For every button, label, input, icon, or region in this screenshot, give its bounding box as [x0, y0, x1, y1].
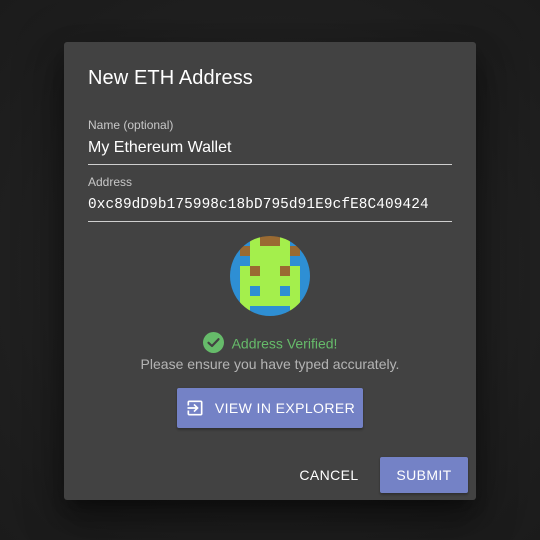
submit-button[interactable]: SUBMIT — [380, 457, 468, 493]
identicon-cell — [240, 306, 250, 316]
identicon-cell — [290, 306, 300, 316]
identicon-icon — [230, 236, 310, 316]
identicon-cell — [290, 266, 300, 276]
identicon-cell — [250, 256, 260, 266]
verification-hint: Please ensure you have typed accurately. — [140, 356, 400, 372]
identicon-cell — [290, 276, 300, 286]
view-in-explorer-label: VIEW IN EXPLORER — [214, 400, 356, 416]
address-identicon — [230, 236, 310, 316]
identicon-cell — [240, 296, 250, 306]
identicon-cell — [250, 296, 260, 306]
identicon-cell — [280, 236, 290, 246]
identicon-cell — [300, 246, 310, 256]
identicon-cell — [300, 306, 310, 316]
identicon-cell — [230, 246, 240, 256]
identicon-cell — [280, 276, 290, 286]
identicon-cell — [250, 246, 260, 256]
identicon-cell — [270, 256, 280, 266]
identicon-cell — [290, 286, 300, 296]
identicon-cell — [230, 266, 240, 276]
name-input[interactable]: My Ethereum Wallet — [88, 138, 452, 158]
identicon-cell — [280, 266, 290, 276]
identicon-cell — [260, 286, 270, 296]
identicon-cell — [260, 236, 270, 246]
dialog-title: New ETH Address — [88, 67, 253, 89]
identicon-cell — [230, 276, 240, 286]
identicon-cell — [250, 266, 260, 276]
identicon-cell — [260, 306, 270, 316]
identicon-cell — [250, 276, 260, 286]
identicon-cell — [300, 286, 310, 296]
verification-text: Address Verified! — [231, 335, 338, 352]
identicon-cell — [230, 256, 240, 266]
identicon-cell — [290, 296, 300, 306]
identicon-cell — [290, 236, 300, 246]
identicon-cell — [280, 306, 290, 316]
identicon-cell — [230, 286, 240, 296]
identicon-cell — [300, 266, 310, 276]
identicon-cell — [250, 236, 260, 246]
name-field-label: Name (optional) — [88, 118, 174, 132]
identicon-cell — [260, 276, 270, 286]
name-field[interactable]: Name (optional) My Ethereum Wallet — [88, 118, 452, 165]
identicon-cell — [280, 256, 290, 266]
address-field-underline — [88, 221, 452, 222]
identicon-cell — [280, 296, 290, 306]
identicon-cell — [290, 246, 300, 256]
identicon-cell — [240, 236, 250, 246]
identicon-cell — [300, 276, 310, 286]
identicon-cell — [300, 296, 310, 306]
address-field[interactable]: Address 0xc89dD9b175998c18bD795d91E9cfE8… — [88, 175, 452, 222]
identicon-cell — [260, 246, 270, 256]
exit-to-app-icon — [185, 398, 205, 418]
identicon-cell — [260, 266, 270, 276]
identicon-cell — [240, 266, 250, 276]
identicon-cell — [270, 296, 280, 306]
identicon-cell — [280, 286, 290, 296]
identicon-cell — [240, 256, 250, 266]
identicon-cell — [280, 246, 290, 256]
identicon-cell — [270, 276, 280, 286]
identicon-cell — [240, 246, 250, 256]
address-input[interactable]: 0xc89dD9b175998c18bD795d91E9cfE8C409424 — [88, 195, 452, 215]
identicon-cell — [230, 296, 240, 306]
identicon-cell — [290, 256, 300, 266]
address-field-label: Address — [88, 175, 133, 189]
verification-status: Address Verified! — [64, 331, 476, 353]
identicon-cell — [300, 256, 310, 266]
identicon-cell — [260, 256, 270, 266]
identicon-cell — [270, 306, 280, 316]
identicon-cell — [270, 246, 280, 256]
cancel-button[interactable]: CANCEL — [289, 457, 369, 493]
identicon-cell — [270, 236, 280, 246]
identicon-cell — [270, 266, 280, 276]
identicon-cell — [270, 286, 280, 296]
identicon-cell — [250, 306, 260, 316]
identicon-cell — [300, 236, 310, 246]
identicon-cell — [240, 286, 250, 296]
new-address-dialog: New ETH Address Name (optional) My Ether… — [64, 42, 476, 500]
check-circle-icon — [202, 331, 224, 353]
identicon-cell — [230, 236, 240, 246]
identicon-cell — [250, 286, 260, 296]
identicon-cell — [230, 306, 240, 316]
view-in-explorer-button[interactable]: VIEW IN EXPLORER — [177, 388, 363, 428]
identicon-cell — [260, 296, 270, 306]
name-field-underline — [88, 164, 452, 165]
identicon-cell — [240, 276, 250, 286]
